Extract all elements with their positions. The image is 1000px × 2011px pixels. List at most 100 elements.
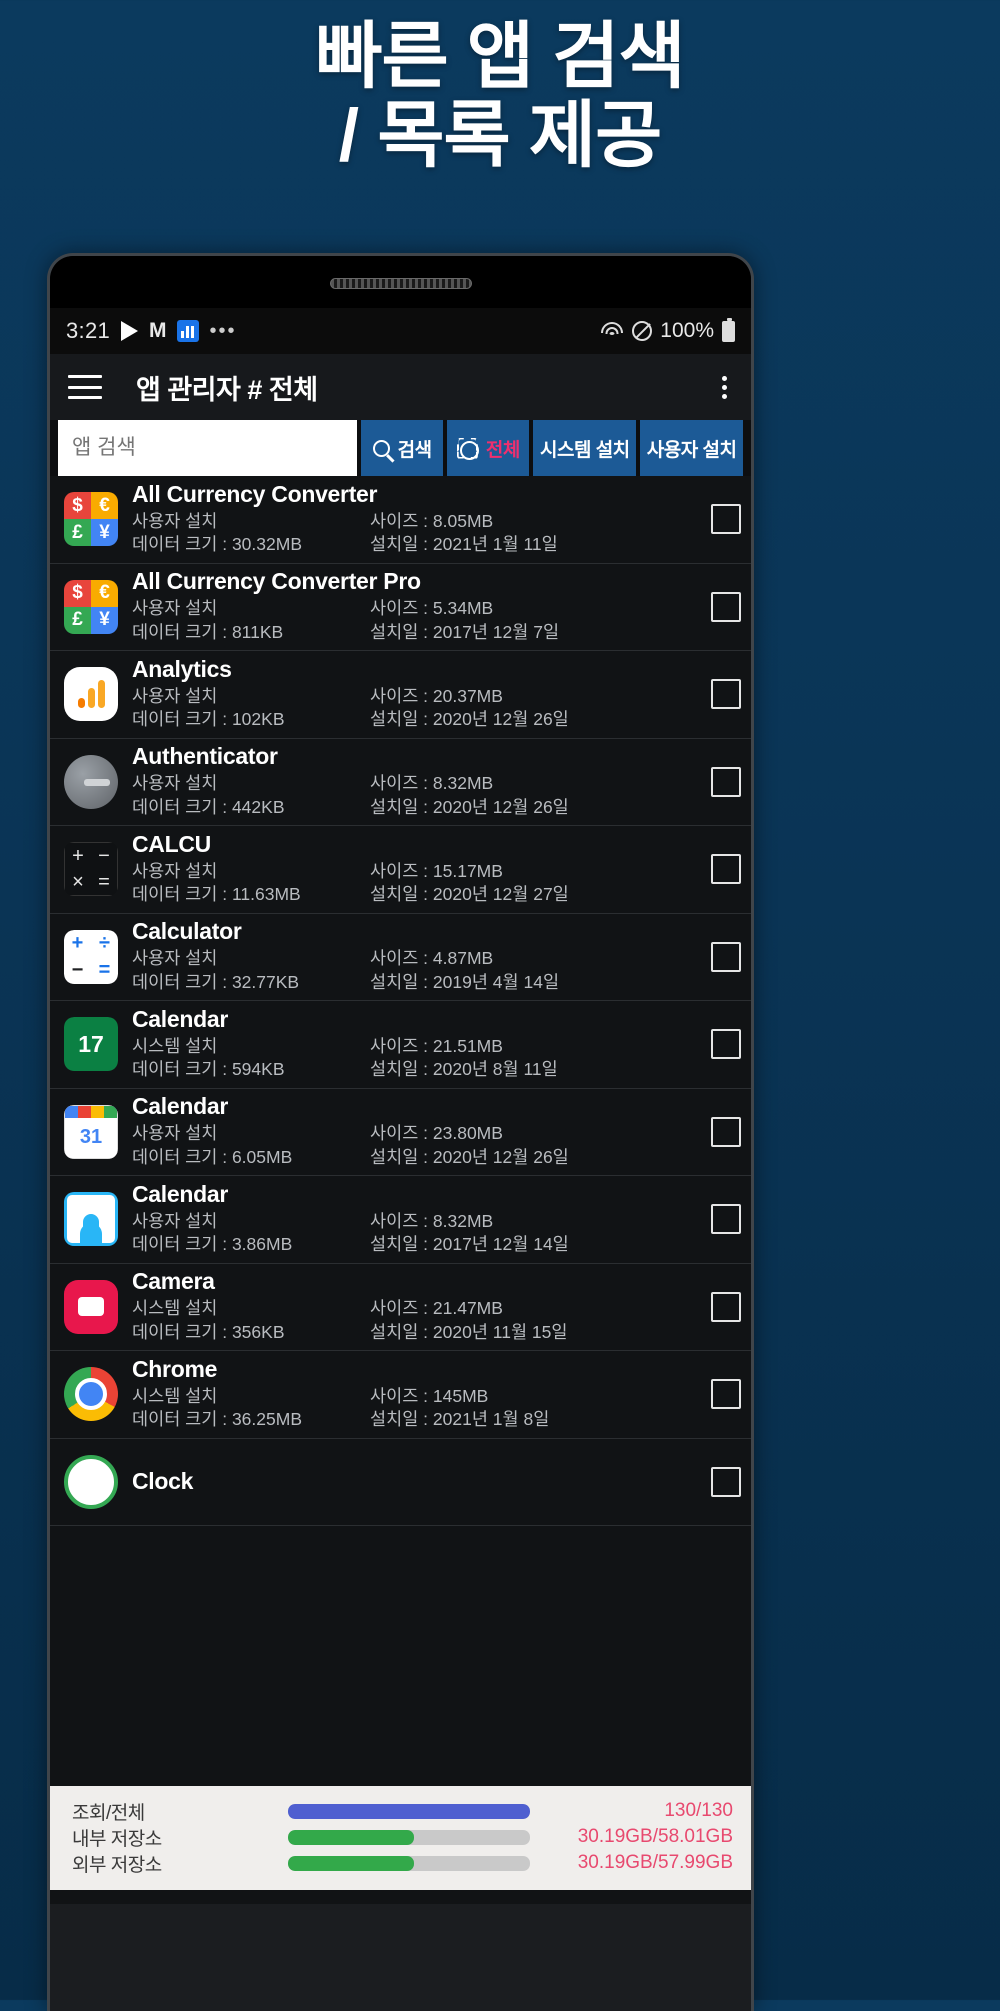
row-checkbox[interactable] (711, 766, 741, 797)
app-data-size: 데이터 크기 : 36.25MB (132, 1409, 302, 1430)
app-install-type: 사용자 설치 (132, 860, 218, 881)
table-row[interactable]: + ÷ − = Calculator 사용자 설치 데이터 크기 : 32.77KB … (50, 914, 751, 1001)
app-installed-date: 설치일 : 2021년 1월 11일 (370, 534, 558, 555)
app-list[interactable]: $ € £ ¥ All Currency Converter 사용자 설치 데이터 크… (50, 476, 751, 1786)
app-name: CALCU (132, 830, 211, 857)
search-input[interactable] (58, 420, 357, 476)
app-data-size: 데이터 크기 : 6.05MB (132, 1146, 293, 1167)
app-installed-date: 설치일 : 2020년 11월 15일 (370, 1321, 568, 1342)
battery-icon (722, 317, 735, 342)
app-size: 사이즈 : 23.80MB (370, 1123, 503, 1143)
progress-fill (288, 1855, 414, 1871)
status-row-external-storage: 외부 저장소 30.19GB/57.99GB (72, 1850, 733, 1876)
calcu-icon: + − × = (64, 842, 118, 897)
app-size: 사이즈 : 20.37MB (370, 685, 503, 706)
app-data-size: 데이터 크기 : 102KB (132, 709, 285, 730)
app-installed-date: 설치일 : 2020년 12월 26일 (370, 1146, 569, 1167)
headline-line-1: 빠른 앱 검색 (315, 16, 685, 97)
row-checkbox[interactable] (711, 1204, 741, 1235)
phone-bezel (50, 256, 751, 308)
calculator-icon: + ÷ − = (64, 929, 118, 984)
status-value: 130/130 (664, 1800, 733, 1821)
app-size: 사이즈 : 21.51MB (370, 1035, 503, 1056)
table-row[interactable]: + − × = CALCU 사용자 설치 데이터 크기 : 11.63MB 사이즈 :… (50, 826, 751, 914)
chrome-icon (64, 1367, 118, 1422)
table-row[interactable]: Chrome 시스템 설치 데이터 크기 : 36.25MB 사이즈 : 145… (50, 1351, 751, 1439)
app-installed-date: 설치일 : 2020년 12월 27일 (370, 884, 569, 905)
progress-fill (288, 1829, 414, 1845)
row-checkbox[interactable] (711, 1291, 741, 1322)
table-row[interactable]: Analytics 사용자 설치 데이터 크기 : 102KB 사이즈 : 20… (50, 651, 751, 739)
search-icon (372, 439, 390, 457)
app-installed-date: 설치일 : 2017년 12월 7일 (370, 621, 560, 642)
row-checkbox[interactable] (711, 679, 741, 710)
table-row[interactable]: Calendar 사용자 설치 데이터 크기 : 3.86MB 사이즈 : 8.… (50, 1176, 751, 1264)
app-name: All Currency Converter Pro (132, 568, 421, 595)
app-data-size: 데이터 크기 : 594KB (132, 1059, 285, 1080)
row-checkbox[interactable] (711, 941, 741, 972)
app-name: Chrome (132, 1355, 218, 1382)
status-label: 외부 저장소 (72, 1854, 162, 1876)
play-store-icon (121, 321, 139, 341)
table-row[interactable]: Camera 시스템 설치 데이터 크기 : 356KB 사이즈 : 21.47… (50, 1264, 751, 1351)
overflow-menu-icon[interactable] (722, 375, 733, 399)
phone-mockup: 3:21 M ••• 100% 앱 관리자 # 전체 검색 전체 시스템 (47, 253, 754, 2011)
search-button-label: 검색 (397, 439, 432, 461)
search-button[interactable]: 검색 (361, 420, 444, 476)
row-checkbox[interactable] (711, 1379, 741, 1410)
table-row[interactable]: $ € £ ¥ All Currency Converter Pro 사용자 설치 데… (50, 564, 751, 651)
filter-toolbar: 검색 전체 시스템 설치 사용자 설치 (50, 420, 751, 476)
table-row[interactable]: 31 Calendar 사용자 설치 데이터 크기 : 6.05MB 사이즈 :… (50, 1089, 751, 1176)
table-row[interactable]: Authenticator 사용자 설치 데이터 크기 : 442KB 사이즈 … (50, 739, 751, 826)
row-checkbox[interactable] (711, 1029, 741, 1060)
status-row-internal-storage: 내부 저장소 30.19GB/58.01GB (72, 1824, 733, 1850)
table-row[interactable]: Clock (50, 1439, 751, 1526)
app-data-size: 데이터 크기 : 442KB (132, 796, 285, 817)
battery-percent: 100% (660, 319, 714, 342)
menu-icon[interactable] (68, 375, 102, 399)
table-row[interactable]: $ € £ ¥ All Currency Converter 사용자 설치 데이터 크… (50, 476, 751, 564)
app-size: 사이즈 : 21.47MB (370, 1298, 503, 1318)
app-size: 사이즈 : 4.87MB (370, 948, 494, 968)
filter-all-button[interactable]: 전체 (447, 420, 530, 476)
row-checkbox[interactable] (711, 504, 741, 535)
app-installed-date: 설치일 : 2017년 12월 14일 (370, 1234, 569, 1255)
row-checkbox[interactable] (711, 854, 741, 885)
currency-converter-pro-icon: $ € £ ¥ (64, 579, 118, 634)
more-icon: ••• (209, 319, 237, 342)
filter-system-button[interactable]: 시스템 설치 (533, 420, 637, 476)
app-install-type: 시스템 설치 (132, 1385, 218, 1406)
row-checkbox[interactable] (711, 1116, 741, 1147)
app-name: Calculator (132, 918, 242, 945)
app-name: Clock (132, 1467, 194, 1494)
table-row[interactable]: 17 Calendar 시스템 설치 데이터 크기 : 594KB 사이즈 : … (50, 1001, 751, 1089)
app-install-type: 사용자 설치 (132, 773, 218, 793)
app-size: 사이즈 : 15.17MB (370, 860, 503, 881)
app-installed-date: 설치일 : 2020년 8월 11일 (370, 1059, 558, 1080)
app-size: 사이즈 : 5.34MB (370, 598, 494, 618)
filter-user-button[interactable]: 사용자 설치 (640, 420, 743, 476)
wifi-icon (600, 322, 624, 340)
app-name: Authenticator (132, 743, 278, 770)
app-data-size: 데이터 크기 : 3.86MB (132, 1234, 293, 1255)
status-row-count: 조회/전체 130/130 (72, 1798, 733, 1824)
app-size: 사이즈 : 145MB (370, 1385, 489, 1406)
calendar-google-icon: 31 (64, 1104, 118, 1159)
app-name: Analytics (132, 655, 232, 682)
app-install-type: 사용자 설치 (132, 685, 218, 706)
filter-all-label: 전체 (485, 439, 520, 461)
app-install-type: 사용자 설치 (132, 1123, 218, 1143)
analytics-icon (64, 667, 118, 722)
do-not-disturb-icon (632, 321, 653, 341)
app-size: 사이즈 : 8.05MB (370, 510, 494, 531)
app-name: Calendar (132, 1005, 229, 1032)
app-name: Calendar (132, 1093, 229, 1120)
app-install-type: 시스템 설치 (132, 1035, 218, 1056)
status-value: 30.19GB/58.01GB (577, 1826, 733, 1847)
calendar-green-icon: 17 (64, 1017, 118, 1072)
row-checkbox[interactable] (711, 1466, 741, 1497)
app-data-size: 데이터 크기 : 30.32MB (132, 534, 302, 555)
row-checkbox[interactable] (711, 591, 741, 622)
currency-converter-icon: $ € £ ¥ (64, 492, 118, 547)
status-clock: 3:21 (66, 318, 111, 343)
